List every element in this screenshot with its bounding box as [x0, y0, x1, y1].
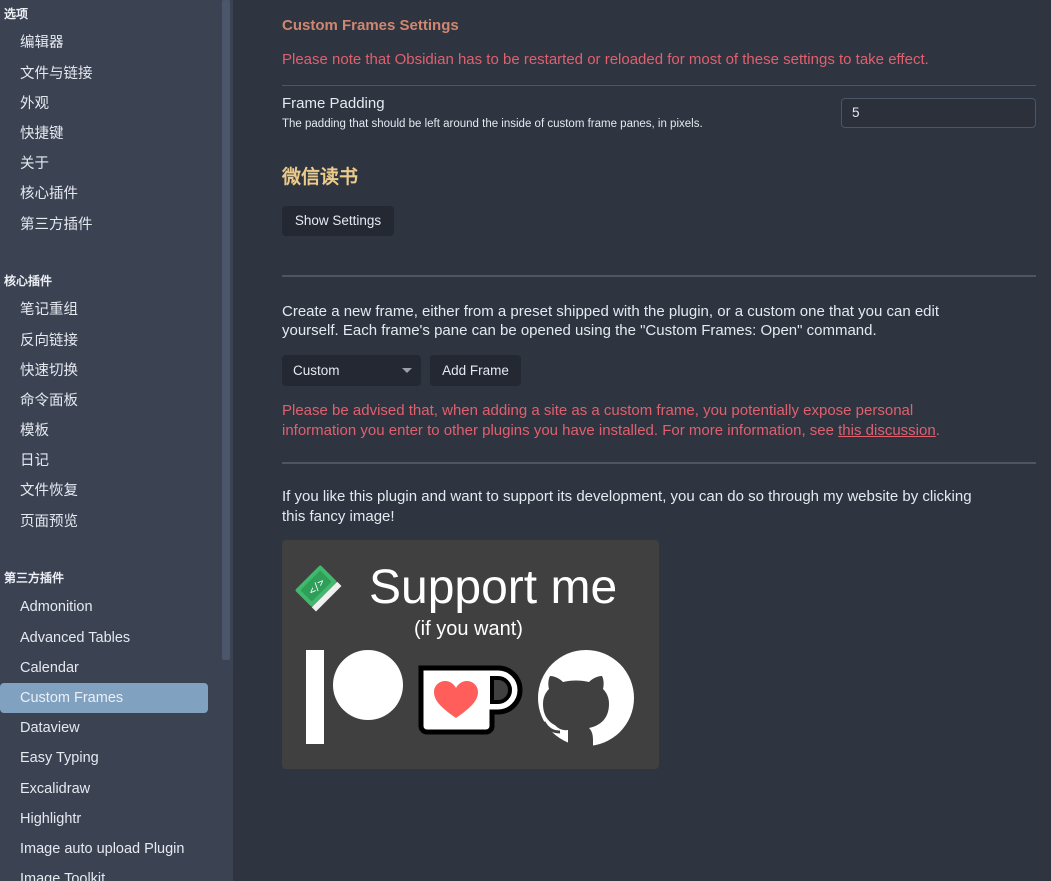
sidebar-item-note-composer[interactable]: 笔记重组 — [0, 295, 208, 325]
support-text-1: If you like this plugin and want to supp… — [282, 488, 972, 505]
sidebar-item-page-preview[interactable]: 页面预览 — [0, 507, 208, 537]
divider — [282, 85, 1036, 86]
sidebar-item-command-palette[interactable]: 命令面板 — [0, 386, 208, 416]
frame-padding-input[interactable]: 5 — [841, 98, 1036, 128]
sidebar-item-editor[interactable]: 编辑器 — [0, 28, 208, 58]
sidebar-item-templates[interactable]: 模板 — [0, 416, 208, 446]
sidebar-item-community-plugins[interactable]: 第三方插件 — [0, 210, 208, 240]
sidebar-item-files-links[interactable]: 文件与链接 — [0, 59, 208, 89]
restart-note: Please note that Obsidian has to be rest… — [282, 51, 929, 68]
frame-padding-desc: The padding that should be left around t… — [282, 118, 703, 130]
advise-text-1: Please be advised that, when adding a si… — [282, 402, 914, 419]
divider — [282, 275, 1036, 277]
settings-content: Custom Frames Settings Please note that … — [233, 0, 1051, 881]
sidebar-item-highlightr[interactable]: Highlightr — [0, 804, 208, 834]
patreon-icon — [306, 650, 403, 744]
sidebar-item-image-toolkit[interactable]: Image Toolkit — [0, 864, 208, 881]
money-code-icon: </> — [295, 565, 342, 612]
section-title: Custom Frames Settings — [282, 17, 459, 34]
sidebar-item-advanced-tables[interactable]: Advanced Tables — [0, 623, 208, 653]
sidebar-item-easy-typing[interactable]: Easy Typing — [0, 743, 208, 773]
add-frame-button[interactable]: Add Frame — [430, 355, 521, 386]
create-frame-text-2: yourself. Each frame's pane can be opene… — [282, 322, 877, 339]
sidebar-item-about[interactable]: 关于 — [0, 149, 208, 179]
create-frame-text-1: Create a new frame, either from a preset… — [282, 303, 940, 320]
advise-text-suffix: . — [935, 422, 940, 439]
support-banner-subtitle: (if you want) — [414, 618, 523, 640]
sidebar-section-third-party: 第三方插件 — [4, 571, 65, 585]
sidebar-section-core: 核心插件 — [4, 274, 53, 288]
weread-heading: 微信读书 — [282, 167, 359, 188]
divider — [282, 462, 1036, 464]
support-image-link[interactable]: </> Support me (if you want) — [282, 540, 659, 769]
sidebar-item-image-auto-upload[interactable]: Image auto upload Plugin — [0, 834, 208, 864]
sidebar-item-hotkeys[interactable]: 快捷键 — [0, 119, 208, 149]
sidebar-item-quick-switcher[interactable]: 快速切换 — [0, 356, 208, 386]
sidebar-item-dataview[interactable]: Dataview — [0, 713, 208, 743]
sidebar-scrollbar[interactable] — [222, 0, 230, 660]
sidebar-item-calendar[interactable]: Calendar — [0, 653, 208, 683]
preset-dropdown-value: Custom — [293, 363, 340, 378]
frame-padding-name: Frame Padding — [282, 95, 385, 112]
advise-text-2: information you enter to other plugins y… — [282, 421, 940, 441]
sidebar-item-admonition[interactable]: Admonition — [0, 592, 208, 622]
support-text-2: this fancy image! — [282, 508, 395, 525]
sidebar-section-options: 选项 — [4, 7, 29, 21]
github-icon — [538, 650, 634, 754]
sidebar-item-backlinks[interactable]: 反向链接 — [0, 326, 208, 356]
sidebar-item-excalidraw[interactable]: Excalidraw — [0, 774, 208, 804]
support-banner-title: Support me — [369, 561, 618, 614]
advise-text-2-prefix: information you enter to other plugins y… — [282, 422, 839, 439]
ko-fi-cup-icon — [418, 665, 523, 735]
sidebar-item-daily-notes[interactable]: 日记 — [0, 446, 208, 476]
discussion-link[interactable]: this discussion — [838, 422, 936, 439]
sidebar-item-appearance[interactable]: 外观 — [0, 89, 208, 119]
settings-sidebar: 选项 编辑器 文件与链接 外观 快捷键 关于 核心插件 第三方插件 核心插件 笔… — [0, 0, 233, 881]
sidebar-item-custom-frames[interactable]: Custom Frames — [0, 683, 208, 713]
chevron-down-icon — [402, 368, 412, 373]
sidebar-item-file-recovery[interactable]: 文件恢复 — [0, 476, 208, 506]
preset-dropdown[interactable]: Custom — [282, 355, 421, 386]
sidebar-item-core-plugins[interactable]: 核心插件 — [0, 179, 208, 209]
show-settings-button[interactable]: Show Settings — [282, 206, 394, 236]
